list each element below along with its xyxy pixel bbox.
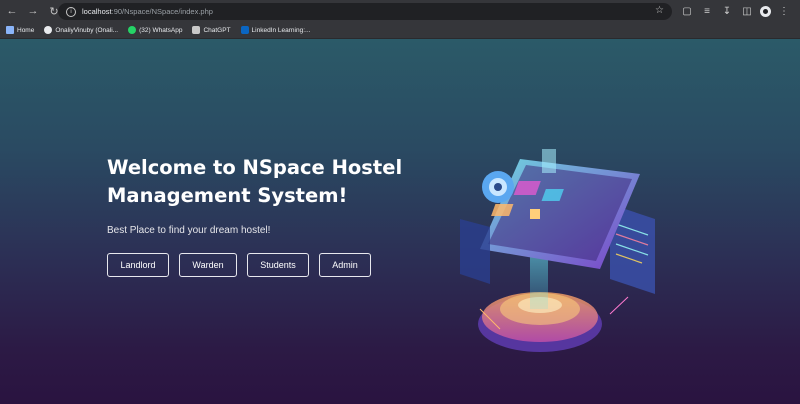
linkedin-icon bbox=[240, 26, 249, 34]
admin-button[interactable]: Admin bbox=[319, 253, 371, 277]
hero-subtitle: Best Place to find your dream hostel! bbox=[107, 225, 271, 236]
home-icon bbox=[6, 26, 14, 34]
forward-icon[interactable]: → bbox=[24, 2, 42, 20]
whatsapp-icon bbox=[128, 26, 137, 34]
download-icon[interactable]: ↧ bbox=[720, 5, 734, 19]
bookmark-star-icon[interactable]: ☆ bbox=[655, 5, 664, 16]
bookmark-home[interactable]: Home bbox=[6, 26, 34, 34]
students-button[interactable]: Students bbox=[247, 253, 309, 277]
extensions-icon[interactable]: ▢ bbox=[680, 5, 694, 19]
bookmarks-bar: Home OnaliyVinuby (Onali... (32) WhatsAp… bbox=[0, 22, 800, 39]
gear-graphic bbox=[482, 171, 514, 203]
chatgpt-icon bbox=[192, 26, 201, 34]
left-panel bbox=[460, 219, 490, 284]
landlord-button[interactable]: Landlord bbox=[107, 253, 169, 277]
toolbar-actions: ▢ ≡ ↧ ◫ ⋮ bbox=[680, 3, 791, 20]
url-text: localhost:90/Nspace/NSpace/index.php bbox=[82, 7, 213, 16]
bookmark-whatsapp[interactable]: (32) WhatsApp bbox=[128, 26, 182, 34]
hero-section: Welcome to NSpace Hostel Management Syst… bbox=[107, 154, 417, 277]
menu-kebab-icon[interactable]: ⋮ bbox=[777, 5, 791, 19]
browser-toolbar: ← → ↻ i localhost:90/Nspace/NSpace/index… bbox=[0, 0, 800, 22]
profile-avatar-icon[interactable] bbox=[760, 6, 771, 17]
page-title: Welcome to NSpace Hostel Management Syst… bbox=[107, 156, 403, 207]
landing-page: Welcome to NSpace Hostel Management Syst… bbox=[0, 39, 800, 404]
media-controls-icon[interactable]: ≡ bbox=[700, 5, 714, 19]
role-buttons: Landlord Warden Students Admin bbox=[107, 253, 417, 277]
site-info-icon[interactable]: i bbox=[66, 6, 76, 17]
bookmark-linkedin-learning[interactable]: LinkedIn Learning:... bbox=[240, 26, 310, 34]
bookmark-chatgpt[interactable]: ChatGPT bbox=[192, 26, 231, 34]
side-panel-icon[interactable]: ◫ bbox=[740, 5, 754, 19]
bookmark-github[interactable]: OnaliyVinuby (Onali... bbox=[44, 26, 118, 34]
hero-illustration bbox=[460, 149, 655, 352]
address-bar[interactable]: i localhost:90/Nspace/NSpace/index.php ☆ bbox=[58, 3, 672, 20]
warden-button[interactable]: Warden bbox=[179, 253, 237, 277]
back-icon[interactable]: ← bbox=[3, 2, 21, 20]
floating-cube bbox=[542, 149, 556, 173]
github-icon bbox=[44, 26, 53, 34]
